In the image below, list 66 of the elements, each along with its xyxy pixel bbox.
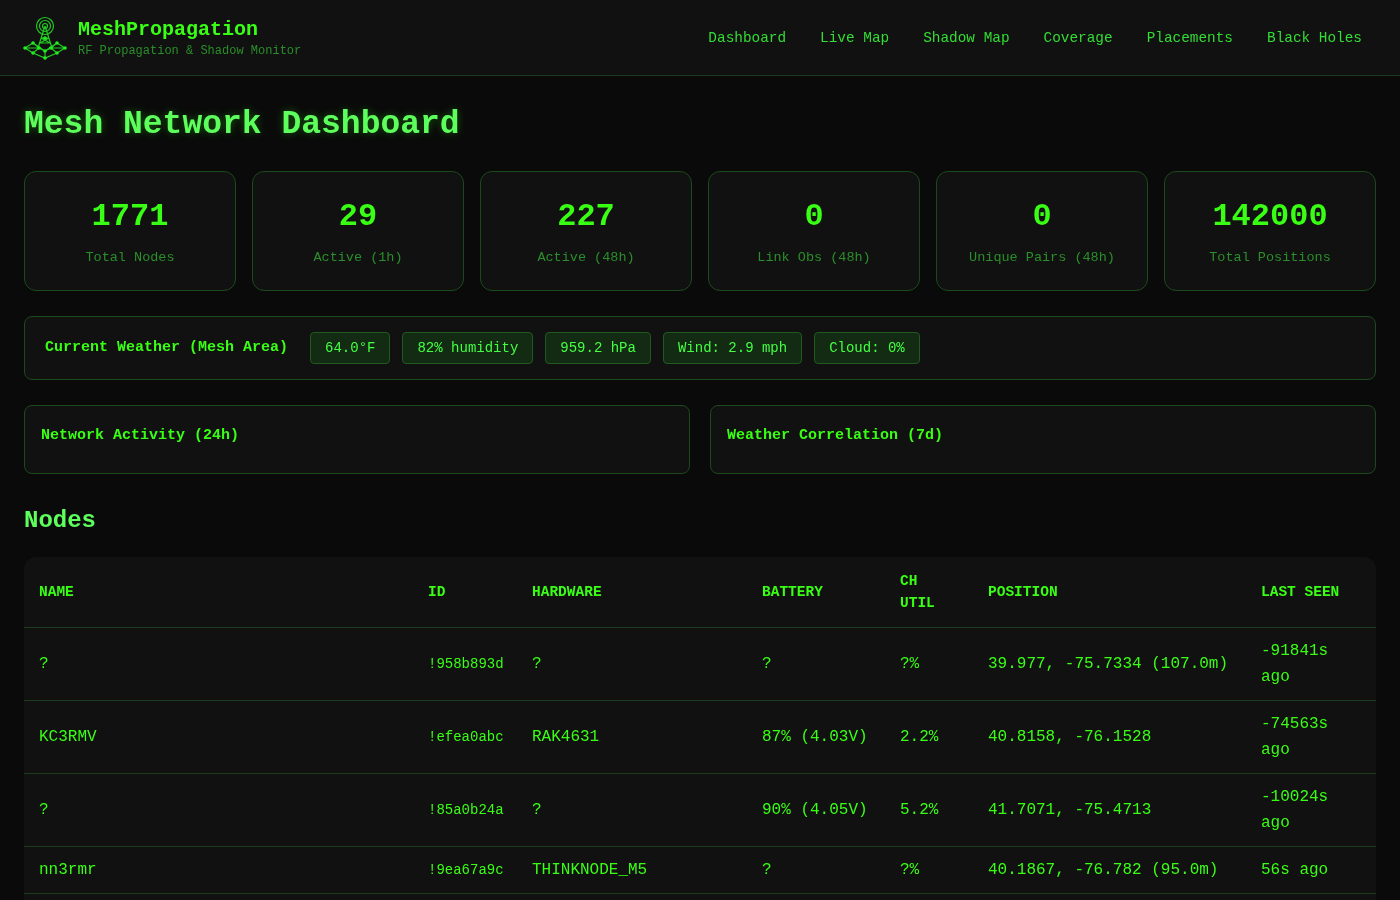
stat-value: 227 <box>557 197 615 237</box>
nav-link[interactable]: Placements <box>1129 27 1250 48</box>
page-title: Mesh Network Dashboard <box>24 105 461 145</box>
stat-value: 0 <box>1032 197 1052 237</box>
nav-link[interactable]: Shadow Map <box>906 27 1027 48</box>
stat-label: Total Positions <box>1209 249 1331 267</box>
table-cell: KC3RMV <box>24 700 413 774</box>
app-subtitle: RF Propagation & Shadow Monitor <box>78 42 302 59</box>
weather-label: Current Weather (Mesh Area) <box>45 337 289 358</box>
table-cell: ?% <box>885 627 973 701</box>
stat-label: Total Nodes <box>85 249 175 267</box>
weather-reading: Wind: 2.9 mph <box>662 332 803 364</box>
stat-value: 29 <box>338 197 378 237</box>
table-cell: 56s ago <box>1246 846 1376 894</box>
column-header[interactable]: ID <box>413 557 517 628</box>
weather-reading: 959.2 hPa <box>545 332 651 364</box>
table-cell: !9ea67a9c <box>413 846 517 894</box>
table-cell: ? <box>747 627 885 701</box>
table-cell: ? <box>24 773 413 847</box>
stat-value: 142000 <box>1212 197 1328 237</box>
table-cell: 41.7071, -75.4713 <box>973 773 1246 847</box>
table-cell: ? <box>24 627 413 701</box>
column-header[interactable]: BATTERY <box>747 557 885 628</box>
stat-value: 0 <box>804 197 824 237</box>
stat-label: Unique Pairs (48h) <box>969 249 1115 267</box>
table-cell: 87% (4.03V) <box>747 700 885 774</box>
table-cell: RAK4631 <box>517 700 747 774</box>
panel-title: Weather Correlation (7d) <box>727 427 944 444</box>
table-cell: 40.8158, -76.1528 <box>973 700 1246 774</box>
table-cell: THINKNODE_M5 <box>517 846 747 894</box>
column-header[interactable]: CH UTIL <box>885 557 973 628</box>
weather-reading: 64.0°F <box>310 332 391 364</box>
table-cell: 39.977, -75.7334 (107.0m) <box>973 627 1246 701</box>
table-cell: 5.2% <box>885 773 973 847</box>
table-cell: ? <box>517 773 747 847</box>
table-cell: ? <box>517 627 747 701</box>
table-cell: !85a0b24a <box>413 773 517 847</box>
table-cell: -10024s ago <box>1246 773 1376 847</box>
table-cell: ?% <box>885 846 973 894</box>
nav-link[interactable]: Live Map <box>803 27 907 48</box>
column-header[interactable]: HARDWARE <box>517 557 747 628</box>
table-cell: -91841s ago <box>1246 627 1376 701</box>
section-heading: Nodes <box>24 506 97 536</box>
weather-reading: 82% humidity <box>402 332 534 364</box>
column-header[interactable]: POSITION <box>973 557 1246 628</box>
stat-label: Active (1h) <box>313 249 403 267</box>
table-cell: !efea0abc <box>413 700 517 774</box>
table-cell: !958b893d <box>413 627 517 701</box>
column-header[interactable]: LAST SEEN <box>1246 557 1376 628</box>
table-cell: ? <box>747 846 885 894</box>
nav-link[interactable]: Dashboard <box>691 27 804 48</box>
panel-title: Network Activity (24h) <box>41 427 240 444</box>
table-cell: 2.2% <box>885 700 973 774</box>
table-cell: 40.1867, -76.782 (95.0m) <box>973 846 1246 894</box>
app-title: MeshPropagation <box>78 16 260 43</box>
table-cell: nn3rmr <box>24 846 413 894</box>
nav-link[interactable]: Coverage <box>1026 27 1130 48</box>
stat-value: 1771 <box>91 197 169 237</box>
table-cell: -74563s ago <box>1246 700 1376 774</box>
weather-reading: Cloud: 0% <box>814 332 920 364</box>
column-header[interactable]: NAME <box>24 557 413 628</box>
stat-label: Active (48h) <box>537 249 635 267</box>
nav-link[interactable]: Black Holes <box>1250 27 1379 48</box>
stat-label: Link Obs (48h) <box>757 249 871 267</box>
table-cell: 90% (4.05V) <box>747 773 885 847</box>
radio-tower-mesh-icon <box>22 14 68 61</box>
